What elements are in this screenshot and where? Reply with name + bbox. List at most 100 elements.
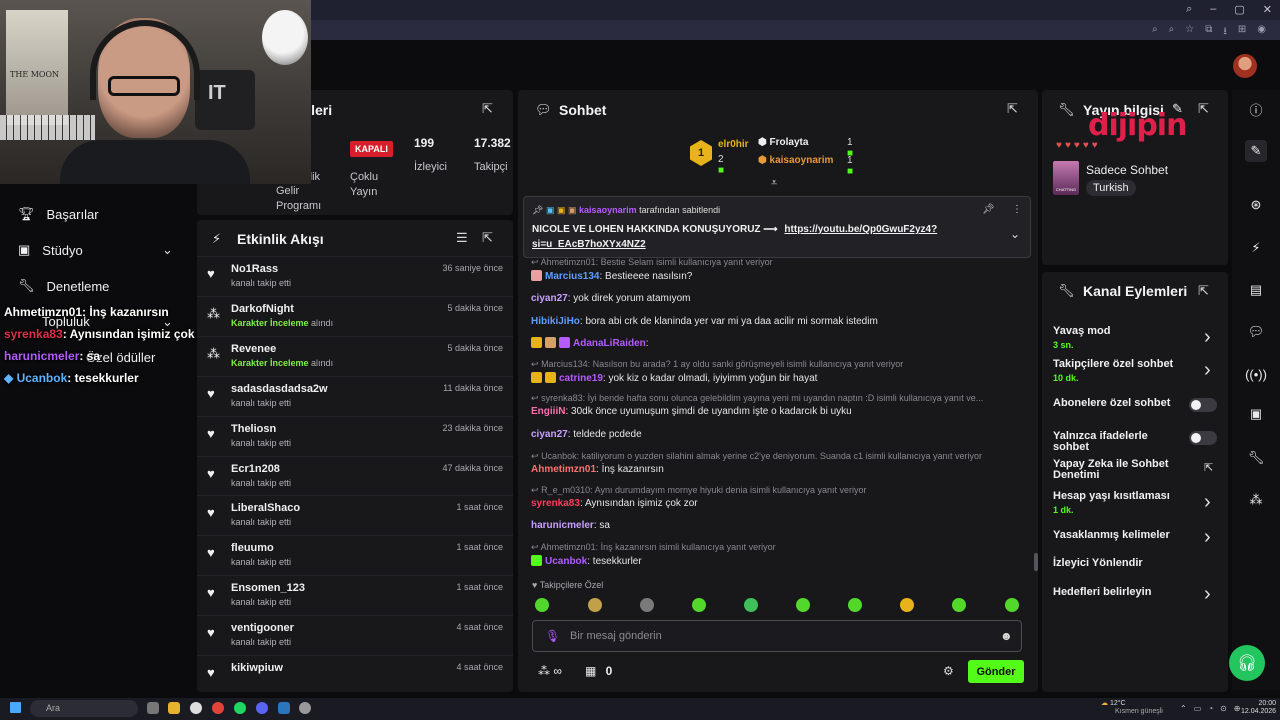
feed-row[interactable]: ⁂ Revenee Karakter İnceleme alındı 5 dak… <box>197 335 513 376</box>
feed-row[interactable]: ⁂ DarkofNight Karakter İnceleme alındı 5… <box>197 295 513 336</box>
system-tray-icons[interactable]: ⌃▭◔⊙⊕ <box>1180 704 1248 713</box>
quick-emote[interactable] <box>848 598 862 612</box>
chat-username[interactable]: HibikiJiHo <box>531 316 580 327</box>
channel-action-label[interactable]: Yalnızca ifadelerle sohbet <box>1053 431 1178 453</box>
chat-username[interactable]: Ahmetimzn01 <box>531 464 596 475</box>
download-icon[interactable]: ⭳ <box>1223 24 1227 41</box>
pinned-message[interactable]: 📌︎ ▣ ▣ ▣ kaisaoynarim tarafından sabitle… <box>523 196 1031 258</box>
microphone-icon[interactable]: 🎙︎ <box>545 629 560 643</box>
layout-icon[interactable]: ▣ <box>1245 403 1267 425</box>
pencil-icon[interactable]: ✎ <box>1245 140 1267 162</box>
chat-username[interactable]: catrine19 <box>559 373 603 384</box>
feed-username[interactable]: fleuumo <box>231 542 274 554</box>
star-icon[interactable]: ☆ <box>1185 24 1194 41</box>
close-icon[interactable]: ✕ <box>1263 3 1272 16</box>
profile-icon[interactable]: ◉ <box>1257 24 1266 41</box>
chat-username[interactable]: ciyan27 <box>531 293 568 304</box>
chat-username[interactable]: syrenka83 <box>531 498 580 509</box>
chevron-right-icon[interactable]: › <box>1204 360 1211 380</box>
quick-emote[interactable] <box>796 598 810 612</box>
feed-row[interactable]: ♥ ventigooner kanalı takip etti 4 saat ö… <box>197 615 513 655</box>
browser-icon[interactable] <box>212 702 224 714</box>
channel-action-label[interactable]: Yasaklanmış kelimeler <box>1053 530 1178 541</box>
maximize-icon[interactable]: ▢ <box>1234 3 1244 16</box>
feed-row[interactable]: ♥ Ensomen_123 kanalı takip etti 1 saat ö… <box>197 575 513 615</box>
chevron-right-icon[interactable]: › <box>1204 492 1211 512</box>
search-icon[interactable]: ⌕ <box>1186 3 1192 16</box>
pinned-link[interactable]: si=u_EAcB7hoXYx4NZ2 <box>532 239 646 250</box>
minimize-icon[interactable]: – <box>1210 3 1216 16</box>
chat-username[interactable]: Marcius134 <box>545 271 599 282</box>
popout-icon[interactable]: ⇱ <box>1198 283 1209 299</box>
popout-icon[interactable]: ⇱ <box>1007 101 1018 117</box>
extensions-icon[interactable]: ⧉ <box>1205 24 1212 41</box>
support-headset-button[interactable]: 🎧︎ <box>1229 645 1265 681</box>
unpin-icon[interactable]: 📌︎ <box>982 204 995 215</box>
chevron-right-icon[interactable]: › <box>1204 584 1211 604</box>
popout-icon[interactable]: ⇱ <box>482 230 493 246</box>
quick-emote[interactable] <box>952 598 966 612</box>
chat-username[interactable]: ciyan27 <box>531 429 568 440</box>
channel-action-label[interactable]: Abonelere özel sohbet <box>1053 398 1178 409</box>
sidebar-item-moderation[interactable]: 🔧︎ Denetleme <box>18 278 109 294</box>
quick-emote[interactable] <box>692 598 706 612</box>
info-icon[interactable]: ⓘ <box>1245 98 1267 120</box>
feed-username[interactable]: kikiwpiuw <box>231 662 283 674</box>
channel-points[interactable]: ⁂ ∞ <box>538 664 562 678</box>
wrench-icon[interactable]: 🔧︎ <box>1245 447 1267 469</box>
obs-icon[interactable] <box>299 702 311 714</box>
channel-action-label[interactable]: Hedefleri belirleyin <box>1053 587 1178 598</box>
feed-username[interactable]: Theliosn <box>231 423 276 435</box>
channel-action-label[interactable]: İzleyici Yönlendir <box>1053 558 1178 569</box>
chat-username[interactable]: AdanaLiRaiden <box>573 338 646 349</box>
chat-username[interactable]: harunicmeler <box>531 520 594 531</box>
zoom-icon[interactable]: ⌕ <box>1152 24 1158 41</box>
quick-emote[interactable] <box>640 598 654 612</box>
chevron-down-icon[interactable]: ⌄ <box>162 242 173 258</box>
chevron-down-icon[interactable]: ⌄ <box>1010 227 1020 241</box>
feed-username[interactable]: Ecr1n208 <box>231 463 280 475</box>
feed-row[interactable]: ♥ No1Rass kanalı takip etti 36 saniye ön… <box>197 256 513 296</box>
quick-emote[interactable] <box>1005 598 1019 612</box>
feed-username[interactable]: Ensomen_123 <box>231 582 305 594</box>
feed-row[interactable]: ♥ Theliosn kanalı takip etti 23 dakika ö… <box>197 415 513 456</box>
feed-username[interactable]: ventigooner <box>231 622 294 634</box>
emoji-icon[interactable]: ☻ <box>1000 629 1013 643</box>
gift-counter[interactable]: ▦ 0 <box>585 664 612 678</box>
target-icon[interactable]: ⊛ <box>1245 194 1267 216</box>
popout-icon[interactable]: ⇱ <box>482 101 493 117</box>
window-controls[interactable]: ⌕ – ▢ ✕ <box>1186 3 1272 16</box>
clock[interactable]: 20:00 12.04.2026 <box>1241 700 1276 716</box>
feed-username[interactable]: sadasdasdadsa2w <box>231 383 328 395</box>
taskbar-search[interactable]: Ara <box>30 700 138 717</box>
broadcast-icon[interactable]: ((•)) <box>1245 363 1267 385</box>
translate-icon[interactable]: ⌕ <box>1169 24 1175 41</box>
feed-username[interactable]: LiberalShaco <box>231 502 300 514</box>
quick-emote[interactable] <box>535 598 549 612</box>
toggle-switch[interactable] <box>1189 398 1217 412</box>
quick-emote[interactable] <box>900 598 914 612</box>
feed-row[interactable]: ♥ LiberalShaco kanalı takip etti 1 saat … <box>197 495 513 535</box>
chevron-right-icon[interactable]: › <box>1204 527 1211 547</box>
chat-username[interactable]: Ucanbok <box>545 556 587 567</box>
sidebar-item-achievements[interactable]: 🏆︎ Başarılar <box>18 206 99 222</box>
channel-action-label[interactable]: Hesap yaşı kısıtlaması <box>1053 491 1178 502</box>
chat-input[interactable]: 🎙︎ Bir mesaj gönderin ☻ <box>532 620 1022 652</box>
channel-action-label[interactable]: Takipçilere özel sohbet <box>1053 359 1178 370</box>
channel-action-label[interactable]: Yavaş mod <box>1053 326 1178 337</box>
user-avatar[interactable] <box>1233 54 1257 78</box>
toggle-switch[interactable] <box>1189 431 1217 445</box>
popout-icon[interactable]: ⇱ <box>1198 101 1209 117</box>
feed-row[interactable]: ♥ fleuumo kanalı takip etti 1 saat önce <box>197 535 513 575</box>
bookmark-icon[interactable]: ⊞ <box>1238 24 1246 41</box>
category-name[interactable]: Sadece Sohbet <box>1086 163 1168 177</box>
channel-action-label[interactable]: Yapay Zeka ile Sohbet Denetimi <box>1053 459 1178 481</box>
discord-icon[interactable] <box>256 702 268 714</box>
chat-username[interactable]: EngiiiN <box>531 406 565 417</box>
app-icon[interactable] <box>190 702 202 714</box>
quick-emote[interactable] <box>588 598 602 612</box>
windows-start-icon[interactable] <box>10 702 21 713</box>
notes-icon[interactable]: ▤ <box>1245 279 1267 301</box>
steam-icon[interactable] <box>278 702 290 714</box>
sidebar-item-studio[interactable]: ▣ Stüdyo <box>18 242 83 258</box>
